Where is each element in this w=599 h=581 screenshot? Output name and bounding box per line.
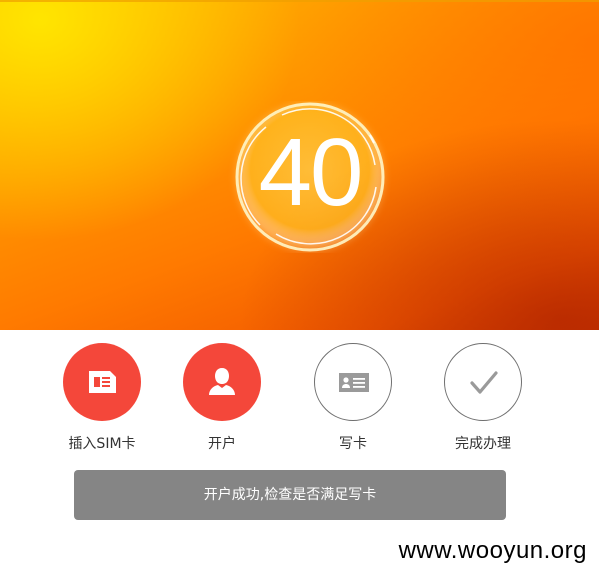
countdown-value: 40 [258, 119, 364, 226]
step-label-complete: 完成办理 [455, 436, 511, 452]
step-complete: 完成办理 [423, 340, 543, 453]
step-circle-complete [444, 343, 522, 421]
watermark: www.wooyun.org [398, 537, 587, 564]
process-steps: 插入SIM卡 开户 写卡 完成办理 [0, 340, 599, 460]
status-message-bar: 开户成功,检查是否满足写卡 [74, 470, 506, 520]
step-circle-insert-sim [63, 343, 141, 421]
id-card-icon [339, 373, 369, 392]
step-insert-sim: 插入SIM卡 [42, 340, 162, 453]
countdown-timer: 40 [220, 101, 400, 253]
step-open-account: 开户 [162, 340, 282, 453]
user-icon [209, 368, 235, 395]
step-label-write-card: 写卡 [339, 436, 367, 452]
step-circle-write-card [314, 343, 392, 421]
status-message: 开户成功,检查是否满足写卡 [203, 487, 377, 503]
step-label-insert-sim: 插入SIM卡 [68, 436, 136, 452]
step-circle-open-account [183, 343, 261, 421]
step-label-open-account: 开户 [208, 436, 236, 452]
step-write-card: 写卡 [293, 340, 413, 453]
sim-card-icon [89, 371, 116, 393]
hero-banner: 40 [0, 0, 599, 330]
checkmark-icon [470, 371, 498, 394]
